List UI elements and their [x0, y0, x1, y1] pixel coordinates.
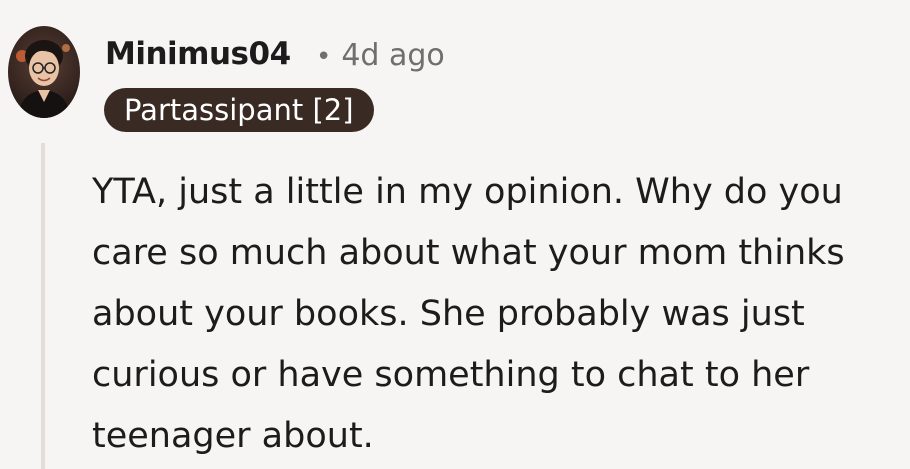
thread-collapse-line[interactable]	[41, 143, 45, 469]
comment-card: Minimus04 • 4d ago Partassipant [2] YTA, …	[0, 0, 910, 469]
comment-author-link[interactable]: Minimus04	[105, 36, 291, 72]
user-avatar-icon[interactable]	[8, 26, 80, 118]
meta-separator: •	[316, 42, 332, 72]
comment-meta: • 4d ago	[316, 38, 445, 73]
comment-body: YTA, just a little in my opinion. Why do…	[92, 172, 845, 456]
user-flair-badge: Partassipant [2]	[104, 88, 374, 132]
comment-timestamp[interactable]: 4d ago	[341, 38, 444, 73]
